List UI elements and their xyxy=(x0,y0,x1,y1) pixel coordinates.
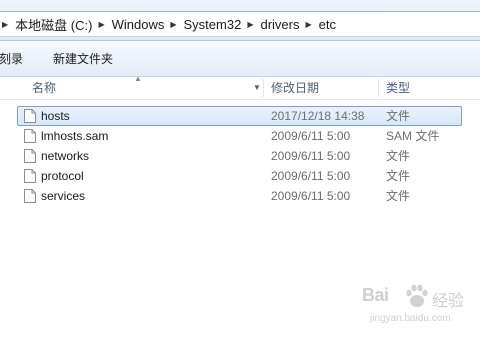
paw-icon xyxy=(406,284,428,307)
breadcrumb-item-drive[interactable]: 本地磁盘 (C:) xyxy=(15,15,92,34)
breadcrumb[interactable]: ▶ 本地磁盘 (C:) ▶ Windows ▶ System32 ▶ drive… xyxy=(0,11,480,37)
file-type: 文件 xyxy=(386,109,411,123)
file-name: lmhosts.sam xyxy=(41,129,109,143)
chevron-right-icon[interactable]: ▶ xyxy=(247,20,253,29)
new-folder-button[interactable]: 新建文件夹 xyxy=(47,50,119,67)
file-name: protocol xyxy=(41,169,84,183)
file-type: 文件 xyxy=(386,149,411,163)
breadcrumb-item-system32[interactable]: System32 xyxy=(184,17,242,32)
chevron-right-icon[interactable]: ▶ xyxy=(98,20,104,29)
column-divider[interactable] xyxy=(378,79,379,97)
file-name: hosts xyxy=(41,109,70,123)
file-icon xyxy=(24,149,36,163)
file-date: 2017/12/18 14:38 xyxy=(271,109,365,123)
column-date-modified[interactable]: 修改日期 xyxy=(271,77,319,99)
file-date: 2009/6/11 5:00 xyxy=(271,149,351,163)
file-icon xyxy=(24,129,36,143)
column-divider[interactable] xyxy=(263,79,264,97)
address-bar: ▶ 本地磁盘 (C:) ▶ Windows ▶ System32 ▶ drive… xyxy=(0,0,480,41)
sort-arrow-icon: ▲ xyxy=(134,74,142,83)
file-type: 文件 xyxy=(386,169,411,183)
file-type: 文件 xyxy=(386,189,411,203)
breadcrumb-item-windows[interactable]: Windows xyxy=(112,17,165,32)
toolbar: 刻录 新建文件夹 xyxy=(0,41,480,77)
watermark-suffix: 经验 xyxy=(432,293,465,310)
file-row-networks[interactable]: networks 2009/6/11 5:00 文件 xyxy=(17,146,462,166)
file-name: networks xyxy=(41,149,90,163)
chevron-right-icon[interactable]: ▶ xyxy=(170,20,176,29)
burn-button[interactable]: 刻录 xyxy=(0,50,29,67)
file-row-hosts[interactable]: hosts 2017/12/18 14:38 文件 xyxy=(17,106,462,126)
file-date: 2009/6/11 5:00 xyxy=(271,189,351,203)
chevron-right-icon[interactable]: ▶ xyxy=(305,20,311,29)
breadcrumb-item-drivers[interactable]: drivers xyxy=(260,17,299,32)
watermark-logo: Bai xyxy=(362,285,389,305)
chevron-right-icon[interactable]: ▶ xyxy=(2,20,8,29)
breadcrumb-item-etc[interactable]: etc xyxy=(319,17,336,32)
file-row-protocol[interactable]: protocol 2009/6/11 5:00 文件 xyxy=(17,166,462,186)
file-icon xyxy=(24,169,36,183)
column-type[interactable]: 类型 xyxy=(386,77,410,99)
chevron-down-icon[interactable]: ▼ xyxy=(253,77,261,99)
file-icon xyxy=(24,109,36,123)
file-row-lmhosts[interactable]: lmhosts.sam 2009/6/11 5:00 SAM 文件 xyxy=(17,126,462,146)
file-name: services xyxy=(41,189,86,203)
watermark-url: jingyan.baidu.com xyxy=(370,313,451,324)
baidu-jingyan-watermark: Bai 经验 jingyan.baidu.com xyxy=(362,283,472,331)
file-type: SAM 文件 xyxy=(386,129,440,143)
column-header: ▲ 名称 ▼ 修改日期 类型 xyxy=(0,74,480,100)
file-icon xyxy=(24,189,36,203)
column-name[interactable]: 名称 xyxy=(32,77,56,99)
file-row-services[interactable]: services 2009/6/11 5:00 文件 xyxy=(17,186,462,206)
file-date: 2009/6/11 5:00 xyxy=(271,129,351,143)
file-date: 2009/6/11 5:00 xyxy=(271,169,351,183)
